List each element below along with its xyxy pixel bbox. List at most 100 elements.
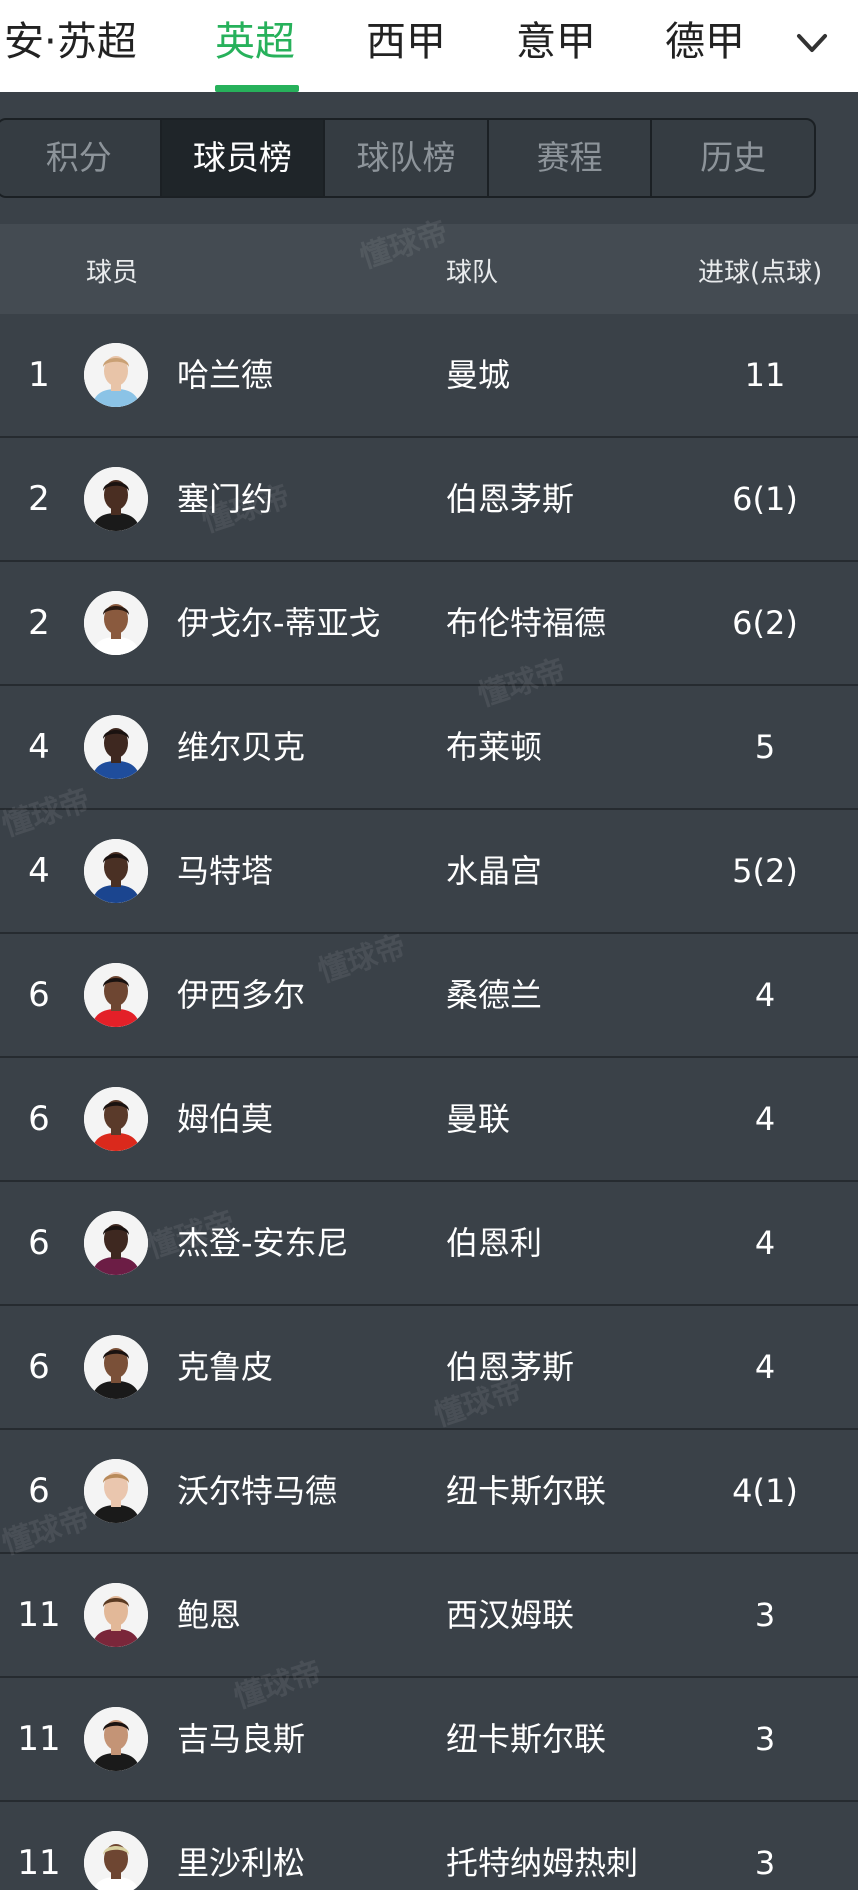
goals-value: 3 <box>754 1844 776 1882</box>
league-tab-3[interactable]: 意甲 <box>516 16 596 76</box>
player-photo-icon <box>84 839 148 903</box>
goals-value: 4 <box>754 1100 776 1138</box>
team-name[interactable]: 纽卡斯尔联 <box>446 1430 606 1552</box>
table-header: 球员 球队 进球(点球) <box>0 224 858 314</box>
goals-value: 4 <box>754 1224 776 1262</box>
table-row[interactable]: 6 姆伯莫 曼联 4 <box>0 1058 858 1182</box>
team-name[interactable]: 西汉姆联 <box>446 1554 574 1676</box>
goals-value: 3 <box>754 1596 776 1634</box>
team-name[interactable]: 水晶宫 <box>446 810 542 932</box>
league-tab-2[interactable]: 西甲 <box>366 16 446 76</box>
goals-value: 5(2) <box>732 852 798 890</box>
player-avatar[interactable] <box>84 591 148 655</box>
player-avatar[interactable] <box>84 1335 148 1399</box>
player-name[interactable]: 马特塔 <box>177 810 273 932</box>
player-avatar[interactable] <box>84 343 148 407</box>
chevron-down-icon[interactable] <box>794 28 830 58</box>
team-name[interactable]: 伯恩利 <box>446 1182 542 1304</box>
table-row[interactable]: 1 哈兰德 曼城 11 <box>0 314 858 438</box>
player-avatar[interactable] <box>84 1583 148 1647</box>
player-name[interactable]: 杰登-安东尼 <box>177 1182 349 1304</box>
league-tab-1[interactable]: 英超 <box>215 16 295 76</box>
team-name[interactable]: 纽卡斯尔联 <box>446 1678 606 1800</box>
table-row[interactable]: 6 克鲁皮 伯恩茅斯 4 <box>0 1306 858 1430</box>
tab-team-ranking[interactable]: 球队榜 <box>325 120 489 196</box>
player-name[interactable]: 沃尔特马德 <box>177 1430 337 1552</box>
player-avatar[interactable] <box>84 1831 148 1890</box>
player-ranking-page: 安·苏超 英超 西甲 意甲 德甲 积分 球员榜 球队榜 赛程 历史 球员 球队 … <box>0 0 858 1890</box>
player-photo-icon <box>84 1211 148 1275</box>
league-tab-4[interactable]: 德甲 <box>665 16 745 76</box>
player-photo-icon <box>84 715 148 779</box>
table-row[interactable]: 4 马特塔 水晶宫 5(2) <box>0 810 858 934</box>
player-photo-icon <box>84 1831 148 1890</box>
team-name[interactable]: 托特纳姆热刺 <box>446 1802 638 1890</box>
team-name[interactable]: 曼联 <box>446 1058 510 1180</box>
goals-value: 11 <box>744 356 786 394</box>
player-avatar[interactable] <box>84 467 148 531</box>
player-avatar[interactable] <box>84 1211 148 1275</box>
table-row[interactable]: 11 鲍恩 西汉姆联 3 <box>0 1554 858 1678</box>
tab-player-ranking[interactable]: 球员榜 <box>161 120 326 196</box>
player-name[interactable]: 姆伯莫 <box>177 1058 273 1180</box>
player-name[interactable]: 伊西多尔 <box>177 934 305 1056</box>
player-avatar[interactable] <box>84 963 148 1027</box>
rank-label: 11 <box>17 1595 61 1635</box>
rank-label: 11 <box>17 1719 61 1759</box>
player-avatar[interactable] <box>84 1707 148 1771</box>
player-photo-icon <box>84 1583 148 1647</box>
table-row[interactable]: 6 沃尔特马德 纽卡斯尔联 4(1) <box>0 1430 858 1554</box>
rank-label: 6 <box>28 1471 50 1511</box>
rank-label: 6 <box>28 1223 50 1263</box>
player-photo-icon <box>84 1459 148 1523</box>
goals-value: 6(1) <box>732 480 798 518</box>
rank-label: 1 <box>28 355 50 395</box>
team-name[interactable]: 布莱顿 <box>446 686 542 808</box>
rank-label: 6 <box>28 975 50 1015</box>
table-row[interactable]: 6 杰登-安东尼 伯恩利 4 <box>0 1182 858 1306</box>
table-row[interactable]: 4 维尔贝克 布莱顿 5 <box>0 686 858 810</box>
player-avatar[interactable] <box>84 1459 148 1523</box>
goals-value: 4 <box>754 976 776 1014</box>
tab-history[interactable]: 历史 <box>652 120 814 196</box>
rank-label: 6 <box>28 1347 50 1387</box>
team-name[interactable]: 伯恩茅斯 <box>446 1306 574 1428</box>
player-photo-icon <box>84 1707 148 1771</box>
goals-value: 3 <box>754 1720 776 1758</box>
table-row[interactable]: 6 伊西多尔 桑德兰 4 <box>0 934 858 1058</box>
table-row[interactable]: 2 伊戈尔-蒂亚戈 布伦特福德 6(2) <box>0 562 858 686</box>
ranking-sub-tabs: 积分 球员榜 球队榜 赛程 历史 <box>0 118 816 198</box>
team-name[interactable]: 布伦特福德 <box>446 562 606 684</box>
player-photo-icon <box>84 591 148 655</box>
tab-schedule[interactable]: 赛程 <box>489 120 653 196</box>
league-tab-0[interactable]: 安·苏超 <box>4 16 137 76</box>
goals-value: 6(2) <box>732 604 798 642</box>
column-header-player: 球员 <box>86 258 139 288</box>
player-avatar[interactable] <box>84 1087 148 1151</box>
column-header-goals[interactable]: 进球(点球) <box>698 252 822 289</box>
player-name[interactable]: 塞门约 <box>177 438 273 560</box>
player-name[interactable]: 吉马良斯 <box>177 1678 305 1800</box>
tab-standings[interactable]: 积分 <box>0 120 162 196</box>
team-name[interactable]: 桑德兰 <box>446 934 542 1056</box>
player-avatar[interactable] <box>84 839 148 903</box>
player-name[interactable]: 哈兰德 <box>177 314 273 436</box>
team-name[interactable]: 曼城 <box>446 314 510 436</box>
player-list: 1 哈兰德 曼城 11 2 塞门约 伯恩茅斯 6(1) 2 伊戈尔-蒂亚戈 布伦特福德 6(2) 4 维尔… <box>0 314 858 1890</box>
rank-label: 4 <box>28 851 50 891</box>
player-name[interactable]: 伊戈尔-蒂亚戈 <box>177 562 381 684</box>
goals-value: 5 <box>754 728 776 766</box>
table-row[interactable]: 2 塞门约 伯恩茅斯 6(1) <box>0 438 858 562</box>
player-name[interactable]: 鲍恩 <box>177 1554 241 1676</box>
player-photo-icon <box>84 467 148 531</box>
table-row[interactable]: 11 里沙利松 托特纳姆热刺 3 <box>0 1802 858 1890</box>
player-photo-icon <box>84 1335 148 1399</box>
player-name[interactable]: 里沙利松 <box>177 1802 305 1890</box>
player-name[interactable]: 维尔贝克 <box>177 686 305 808</box>
player-photo-icon <box>84 343 148 407</box>
table-row[interactable]: 11 吉马良斯 纽卡斯尔联 3 <box>0 1678 858 1802</box>
player-avatar[interactable] <box>84 715 148 779</box>
team-name[interactable]: 伯恩茅斯 <box>446 438 574 560</box>
player-name[interactable]: 克鲁皮 <box>177 1306 273 1428</box>
player-photo-icon <box>84 1087 148 1151</box>
